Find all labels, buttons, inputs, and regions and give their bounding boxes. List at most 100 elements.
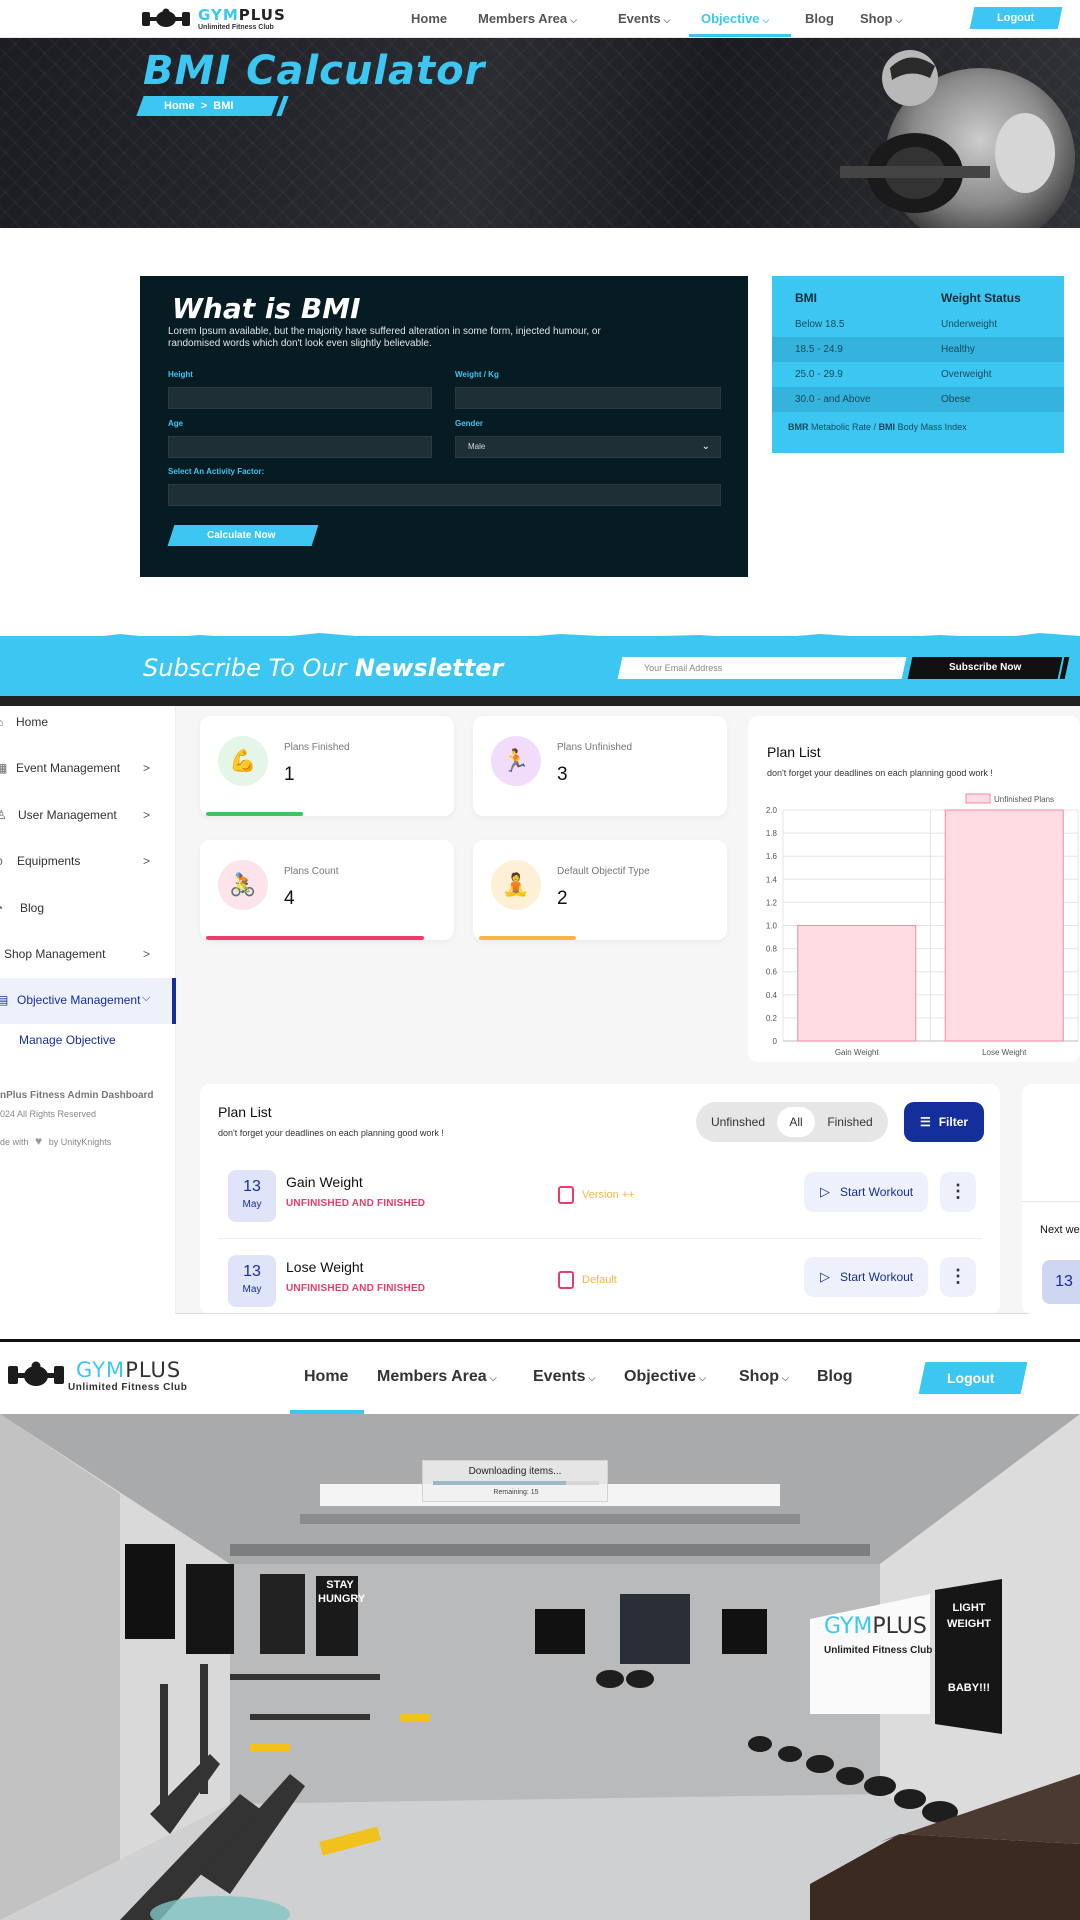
bmi-row: Below 18.5 Underweight: [772, 312, 1064, 337]
plan-row: 13 May Gain Weight UNFINISHED AND FINISHE…: [200, 1164, 1000, 1244]
document-icon: [558, 1186, 574, 1204]
nav-members-area-label: Members Area: [377, 1368, 487, 1385]
stat-progress-bar: [479, 936, 576, 940]
tab-unfinished[interactable]: Unfinshed: [706, 1102, 770, 1142]
subscribe-label: Subscribe Now: [948, 662, 1022, 673]
calendar-icon: ▦: [0, 761, 8, 775]
poster-text: HUNGRY: [318, 1593, 366, 1605]
chart-x-tick-label: Lose Weight: [982, 1048, 1027, 1057]
newsletter-title-a: Subscribe To Our: [143, 654, 347, 682]
nav-objective[interactable]: Objective ⌵: [701, 11, 769, 26]
breadcrumb-current: BMI: [213, 100, 234, 112]
nav-home[interactable]: Home: [411, 11, 447, 26]
gender-label: Gender: [455, 419, 484, 428]
heart-icon: ♥: [35, 1134, 43, 1148]
rss-icon: ◔: [0, 901, 3, 915]
nav-blog[interactable]: Blog: [805, 11, 834, 26]
start-workout-button[interactable]: ▷ Start Workout: [804, 1172, 928, 1212]
download-progress-bar: [433, 1481, 599, 1485]
logout-button[interactable]: Logout: [918, 1362, 1024, 1394]
subscribe-button[interactable]: Subscribe Now: [907, 657, 1063, 679]
calculate-button[interactable]: Calculate Now: [167, 525, 315, 546]
plan-filter-tabs: Unfinshed All Finished: [696, 1102, 888, 1142]
chart-bar: [944, 809, 1064, 1042]
age-input[interactable]: [168, 436, 432, 458]
chevron-down-icon: ⌵: [663, 15, 671, 25]
site-logo[interactable]: GYMPLUS Unlimited Fitness Club: [140, 4, 320, 34]
poster-text: WEIGHT: [947, 1618, 991, 1630]
chart-y-tick-label: 0.6: [766, 968, 778, 977]
nav-members-area[interactable]: Members Area ⌵: [478, 11, 577, 26]
chevron-right-icon: >: [142, 761, 150, 775]
newsletter-email-input[interactable]: Your Email Address: [617, 657, 907, 679]
wall-tagline: Unlimited Fitness Club: [824, 1645, 933, 1656]
nav-objective[interactable]: Objective ⌵: [624, 1368, 706, 1386]
bmi-range: Below 18.5: [795, 319, 845, 330]
tab-finished[interactable]: Finished: [820, 1102, 880, 1142]
site-logo[interactable]: GYMPLUS Unlimited Fitness Club: [6, 1358, 206, 1398]
chevron-down-icon: ⌵: [489, 1373, 497, 1383]
sidebar: ⌂ Home ▦ Event Management > ♙ User Managemen…: [0, 706, 176, 1314]
chart-y-tick-label: 0: [773, 1037, 778, 1046]
nav-blog[interactable]: Blog: [817, 1368, 853, 1386]
sidebar-item-label: Blog: [20, 901, 45, 915]
note-bmi-desc: Body Mass Index: [897, 422, 967, 432]
stat-card-plans-count: 🚴 Plans Count 4: [200, 840, 454, 940]
plan-type-label: Version ++: [582, 1188, 635, 1201]
bmi-range: 18.5 - 24.9: [795, 344, 843, 355]
nav-events-label: Events: [533, 1368, 586, 1385]
nav-shop[interactable]: Shop ⌵: [860, 11, 902, 26]
bmi-status: Healthy: [941, 344, 975, 355]
start-workout-label: Start Workout: [840, 1270, 914, 1284]
chevron-right-icon: >: [142, 947, 150, 961]
chevron-down-icon: ⌄: [701, 441, 710, 452]
nav-events[interactable]: Events ⌵: [618, 11, 670, 26]
sidebar-item-label: Objective Management: [17, 993, 141, 1007]
bmi-table-note: BMR Metabolic Rate / BMI Body Mass Index: [788, 422, 967, 432]
chart-legend-label: Unfinished Plans: [994, 795, 1054, 804]
logout-button[interactable]: Logout: [969, 7, 1063, 29]
sidebar-item-label: Equipments: [17, 854, 81, 868]
nav-home[interactable]: Home: [304, 1368, 348, 1386]
credit-prefix: de with: [0, 1137, 29, 1147]
sidebar-item-label: Home: [16, 715, 49, 729]
bmi-row: 30.0 - and Above Obese: [772, 387, 1064, 412]
stat-label: Default Objectif Type: [557, 866, 650, 877]
height-input[interactable]: [168, 387, 432, 409]
weight-input[interactable]: [455, 387, 721, 409]
chevron-down-icon: ⌵: [142, 992, 151, 1004]
more-options-icon[interactable]: ⋮: [940, 1172, 976, 1212]
bmi-form-description: Lorem Ipsum available, but the majority …: [168, 326, 601, 349]
stat-card-plans-unfinished: 🏃 Plans Unfinished 3: [473, 716, 727, 816]
chart-card: Plan List don't forget your deadlines on…: [748, 716, 1080, 1062]
sidebar-subitem-manage-objective[interactable]: Manage Objective: [19, 1033, 159, 1047]
logout-label: Logout: [997, 12, 1035, 24]
stat-label: Plans Finished: [284, 742, 350, 753]
plan-month: May: [242, 1199, 262, 1210]
stat-label: Plans Count: [284, 866, 339, 877]
tab-all[interactable]: All: [777, 1107, 815, 1137]
document-icon: [558, 1271, 574, 1289]
gender-select[interactable]: Male ⌄: [455, 436, 721, 458]
breadcrumb-home[interactable]: Home: [164, 100, 195, 112]
poster-text: BABY!!!: [947, 1682, 991, 1694]
stat-label: Plans Unfinished: [557, 742, 633, 753]
nav-shop[interactable]: Shop ⌵: [739, 1368, 789, 1386]
sliders-icon: ☰: [919, 1115, 931, 1129]
plan-bar-chart: 0 0.2 0.4 0.6 0.8 1.0 1.2 1.4 1.6 1.8 2.0 Gain Weig…: [766, 793, 1079, 1057]
active-nav-indicator: [689, 34, 791, 37]
filter-button[interactable]: ☰ Filter: [904, 1102, 984, 1142]
logout-label: Logout: [947, 1370, 995, 1386]
page-title: BMI Calculator: [143, 48, 486, 94]
height-label: Height: [168, 370, 193, 379]
next-week-card: Next we 13: [1022, 1084, 1080, 1314]
chevron-right-icon: >: [142, 808, 150, 822]
more-options-icon[interactable]: ⋮: [940, 1257, 976, 1297]
sidebar-item-objective-management[interactable]: ▤ Objective Management ⌵: [0, 978, 176, 1024]
activity-select[interactable]: [168, 484, 721, 506]
nav-events[interactable]: Events ⌵: [533, 1368, 595, 1386]
nav-members-area[interactable]: Members Area ⌵: [377, 1368, 497, 1386]
nav-objective-label: Objective: [624, 1368, 697, 1385]
download-status-text: Downloading items...: [468, 1466, 562, 1477]
start-workout-button[interactable]: ▷ Start Workout: [804, 1257, 928, 1297]
